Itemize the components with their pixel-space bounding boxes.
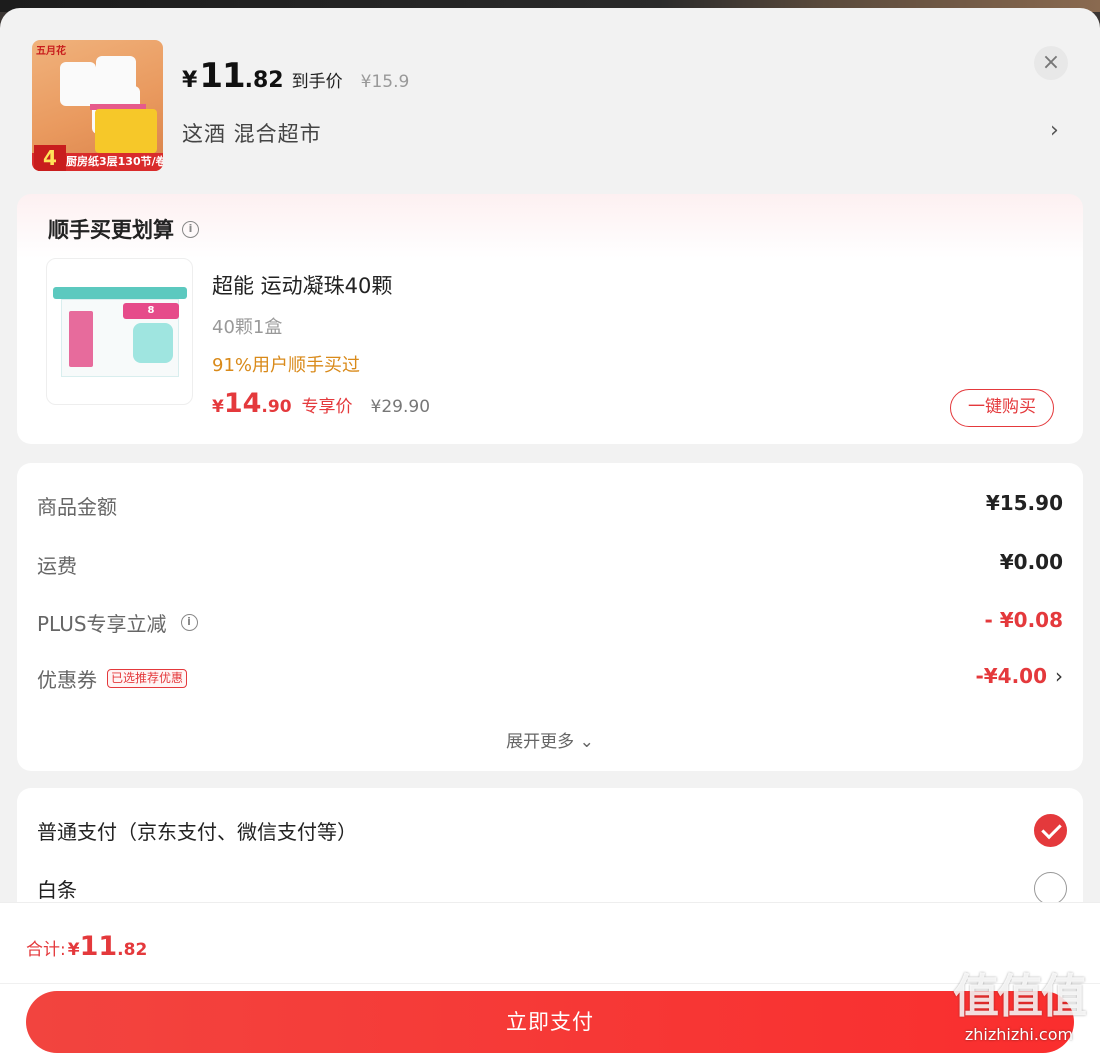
- payment-option-label: 白条: [37, 878, 77, 902]
- expand-more-label: 展开更多: [506, 732, 575, 752]
- thumb-badge-number: 4: [34, 145, 66, 171]
- order-total: 合计: ¥ 11 .82: [26, 931, 147, 962]
- thumb-decor: [69, 311, 93, 367]
- paper-roll-image: [60, 62, 96, 106]
- amount-summary-card: 商品金额 ¥15.90 运费 ¥0.00 PLUS专享立减 i - ¥0.08 优…: [17, 463, 1083, 771]
- one-click-buy-button[interactable]: 一键购买: [950, 389, 1054, 427]
- final-price: ¥ 11 .82 到手价 ¥15.9: [182, 56, 409, 96]
- thumb-decor: [53, 287, 187, 299]
- original-price: ¥15.9: [360, 72, 410, 92]
- price-label: 到手价: [291, 72, 343, 92]
- chevron-right-icon[interactable]: ›: [1055, 664, 1063, 688]
- amount-label: PLUS专享立减: [37, 612, 167, 636]
- amount-label: 运费: [37, 554, 77, 578]
- amount-label: 商品金额: [37, 495, 117, 519]
- shop-name[interactable]: 这酒 混合超市: [182, 118, 322, 148]
- amount-label: 优惠券: [37, 668, 97, 692]
- price-currency: ¥: [182, 68, 198, 93]
- payment-option-normal[interactable]: 普通支付（京东支付、微信支付等）: [37, 810, 1067, 850]
- upsell-price: ¥ 14 .90 专享价 ¥29.90: [212, 388, 430, 419]
- site-watermark: 值值值 zhizhizhi.com: [944, 968, 1094, 1054]
- radio-unchecked-icon[interactable]: [1034, 872, 1067, 905]
- divider: [0, 983, 1100, 984]
- price-decimal: .82: [117, 940, 148, 960]
- amount-value: - ¥0.08: [984, 608, 1063, 632]
- upsell-product-spec: 40颗1盒: [212, 317, 283, 338]
- upsell-product-name[interactable]: 超能 运动凝珠40颗: [212, 270, 392, 300]
- price-decimal: .90: [261, 397, 292, 417]
- pay-now-button[interactable]: 立即支付: [26, 991, 1074, 1053]
- checkout-sheet: 五月花 厨房纸3层130节/卷 4 ¥ 11 .82 到手价 ¥15.9 这酒 …: [0, 8, 1100, 1058]
- chevron-down-icon: ⌄: [579, 732, 594, 752]
- price-currency: ¥: [212, 397, 224, 417]
- thumb-badge: 8: [123, 303, 179, 319]
- thumb-decor: [95, 109, 157, 153]
- price-integer: 14: [223, 388, 262, 419]
- thumb-decor: [133, 323, 173, 363]
- expand-more-button[interactable]: 展开更多 ⌄: [17, 727, 1083, 752]
- watermark-url: zhizhizhi.com: [964, 1025, 1074, 1044]
- price-currency: ¥: [67, 940, 80, 960]
- payment-option-label: 普通支付（京东支付、微信支付等）: [37, 820, 357, 844]
- amount-value: ¥0.00: [999, 550, 1063, 574]
- price-tag: 专享价: [301, 397, 353, 417]
- coupon-tag: 已选推荐优惠: [107, 669, 188, 688]
- checkout-bottom-bar: 合计: ¥ 11 .82 立即支付: [0, 902, 1100, 1058]
- price-integer: 11: [79, 931, 118, 962]
- total-label: 合计:: [26, 940, 66, 960]
- amount-row-shipping: 运费 ¥0.00: [37, 550, 1063, 580]
- price-integer: 11: [199, 56, 245, 96]
- product-thumbnail[interactable]: 五月花 厨房纸3层130节/卷 4: [32, 40, 163, 171]
- coupon-value: -¥4.00: [975, 664, 1047, 688]
- info-icon[interactable]: i: [180, 614, 198, 631]
- radio-checked-icon[interactable]: [1034, 814, 1067, 847]
- upsell-card: 顺手买更划算 i 8 超能 运动凝珠40颗 40颗1盒 91%用户顺手买过 ¥ 1…: [17, 194, 1083, 444]
- upsell-title: 顺手买更划算 i: [48, 214, 199, 244]
- close-button[interactable]: ×: [1034, 46, 1068, 80]
- upsell-bought-rate: 91%用户顺手买过: [212, 355, 361, 376]
- watermark-logo: 值值值: [953, 969, 1087, 1023]
- thumb-brand: 五月花: [36, 46, 66, 57]
- amount-row-coupon[interactable]: 优惠券 已选推荐优惠 -¥4.00 ›: [37, 664, 1063, 694]
- price-decimal: .82: [244, 68, 284, 93]
- amount-value: ¥15.90: [985, 491, 1063, 515]
- amount-value: -¥4.00 ›: [975, 664, 1063, 688]
- amount-row-plus-discount: PLUS专享立减 i - ¥0.08: [37, 608, 1063, 638]
- upsell-title-text: 顺手买更划算: [48, 218, 174, 242]
- amount-row-goods: 商品金额 ¥15.90: [37, 491, 1063, 521]
- upsell-product-image[interactable]: 8: [46, 258, 193, 405]
- original-price: ¥29.90: [370, 397, 431, 417]
- info-icon[interactable]: i: [182, 220, 199, 238]
- chevron-right-icon[interactable]: ›: [1050, 118, 1059, 143]
